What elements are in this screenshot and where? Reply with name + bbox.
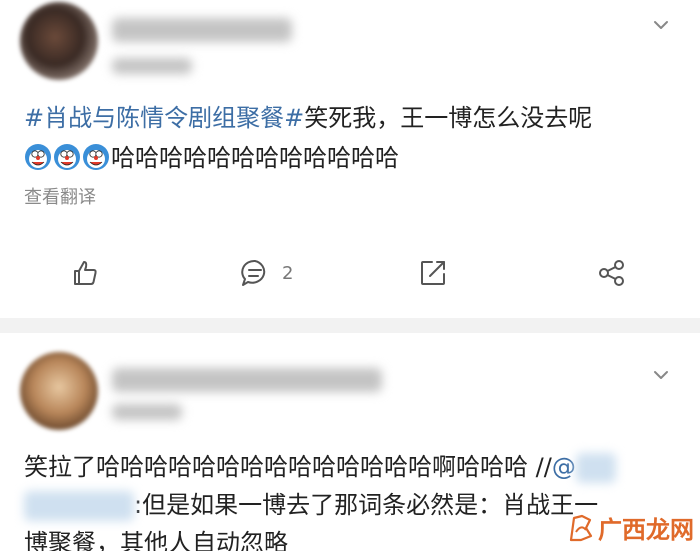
timestamp-blurred <box>112 404 182 420</box>
thumbs-up-icon <box>74 261 97 285</box>
reply-text: :但是如果一博去了那词条必然是：肖战王一 <box>134 491 599 519</box>
post-text: 笑死我，王一博怎么没去呢 <box>304 104 593 132</box>
share-icon <box>599 260 624 286</box>
repost-icon <box>421 261 445 285</box>
laughter-text: 哈哈哈哈哈哈哈哈哈哈哈哈 <box>111 144 399 172</box>
username-blurred[interactable] <box>112 368 382 392</box>
avatar[interactable] <box>20 352 98 430</box>
doraemon-emoji-icon <box>25 144 51 170</box>
reply-text-line2: :但是如果一博去了那词条必然是：肖战王一 <box>24 489 598 521</box>
watermark-text: 广西龙网 <box>598 516 694 544</box>
doraemon-emoji-icon <box>83 144 109 170</box>
like-button[interactable] <box>70 251 100 295</box>
reply-text: 笑拉了哈哈哈哈哈哈哈哈哈哈哈哈哈哈啊哈哈哈 // <box>24 453 552 481</box>
timestamp-blurred <box>112 58 192 74</box>
post-text-line2: 哈哈哈哈哈哈哈哈哈哈哈哈 <box>24 142 399 174</box>
repost-button[interactable] <box>418 251 448 295</box>
mention-blurred[interactable] <box>24 491 134 521</box>
hashtag-link[interactable]: #肖战与陈情令剧组聚餐# <box>24 104 304 132</box>
chevron-down-icon[interactable] <box>650 364 672 386</box>
comment-count: 2 <box>282 262 294 284</box>
post-card-1: #肖战与陈情令剧组聚餐#笑死我，王一博怎么没去呢 哈哈哈哈哈哈哈哈哈哈哈哈 查看… <box>0 0 700 318</box>
avatar[interactable] <box>20 2 98 80</box>
reply-text: 博聚餐，其他人自动忽略 <box>24 529 288 551</box>
translate-link[interactable]: 查看翻译 <box>24 183 96 209</box>
doraemon-emoji-icon <box>54 144 80 170</box>
reply-text-line3: 博聚餐，其他人自动忽略 <box>24 527 288 551</box>
mention-blurred[interactable] <box>575 453 616 483</box>
reply-text-line1: 笑拉了哈哈哈哈哈哈哈哈哈哈哈哈哈哈啊哈哈哈 //@ <box>24 451 616 483</box>
post-text-line1: #肖战与陈情令剧组聚餐#笑死我，王一博怎么没去呢 <box>24 102 592 134</box>
share-button[interactable] <box>597 251 627 295</box>
username-blurred[interactable] <box>112 18 292 42</box>
chevron-down-icon[interactable] <box>650 14 672 36</box>
mention-link[interactable]: @ <box>552 453 576 481</box>
comment-button[interactable]: 2 <box>240 251 293 295</box>
comment-icon <box>241 259 266 286</box>
watermark: 广西龙网 <box>568 510 694 545</box>
watermark-logo-icon <box>569 514 593 541</box>
